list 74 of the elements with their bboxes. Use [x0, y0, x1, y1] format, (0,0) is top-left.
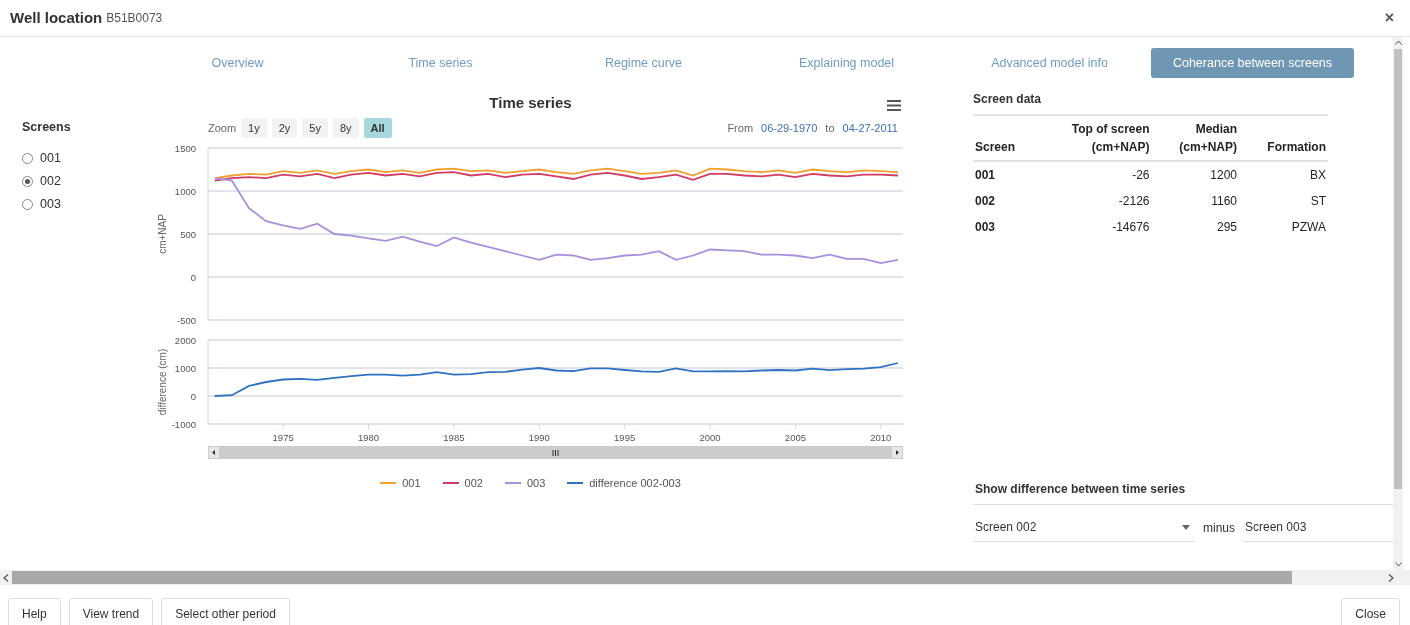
table-cell: PZWA: [1239, 214, 1328, 240]
menu-icon[interactable]: [887, 99, 901, 111]
zoom-button[interactable]: 8y: [333, 117, 359, 139]
footer-button[interactable]: Select other period: [161, 598, 290, 625]
radio-label[interactable]: 001: [40, 148, 61, 168]
column-header: Top of screen (cm+NAP): [1035, 116, 1152, 161]
legend-label[interactable]: 002: [464, 475, 483, 492]
footer-button[interactable]: Help: [8, 598, 61, 625]
to-date[interactable]: 04-27-2011: [842, 119, 898, 137]
screen-select[interactable]: Screen 002: [973, 513, 1195, 542]
footer-button[interactable]: View trend: [68, 598, 154, 625]
y-tick-label: 0: [190, 271, 196, 283]
x-tick-label: 1995: [614, 432, 636, 443]
table-cell: -2126: [1035, 188, 1152, 214]
vertical-scrollbar[interactable]: [1393, 37, 1403, 570]
table-cell: -26: [1035, 161, 1152, 188]
screens-heading: Screens: [22, 119, 72, 136]
y-tick-label: 1000: [174, 185, 196, 197]
scrollbar-thumb[interactable]: [12, 571, 1292, 584]
column-header: Screen: [973, 116, 1036, 161]
y-tick-label: 0: [190, 390, 196, 402]
zoom-button[interactable]: 1y: [241, 117, 267, 139]
well-id: B51B0073: [106, 10, 163, 27]
zoom-button[interactable]: All: [363, 117, 392, 139]
y-tick-label: 2000: [174, 334, 196, 346]
y-axis-title: cm+NAP: [157, 214, 168, 254]
legend-label[interactable]: difference 002-003: [589, 475, 681, 492]
y-tick-label: -1000: [171, 418, 196, 430]
zoom-label: Zoom: [208, 120, 237, 136]
from-label: From: [727, 120, 754, 136]
table-cell: 001: [973, 161, 1036, 188]
table-cell: BX: [1239, 161, 1328, 188]
table-cell: -14676: [1035, 214, 1152, 240]
column-header: Formation: [1239, 116, 1328, 161]
from-date[interactable]: 06-29-1970: [761, 119, 818, 137]
chart-title: Time series: [489, 92, 572, 113]
close-button[interactable]: ×: [1378, 6, 1400, 30]
radio-label[interactable]: 002: [40, 171, 61, 191]
x-tick-label: 1980: [357, 432, 380, 443]
x-tick-label: 1975: [272, 432, 294, 443]
table-cell: 003: [973, 214, 1036, 240]
section-title: Show difference between time series: [973, 480, 1393, 505]
table-cell: 002: [973, 188, 1036, 214]
to-label: to: [825, 120, 835, 136]
y-tick-label: 500: [180, 228, 196, 240]
scrollbar-thumb[interactable]: [219, 447, 892, 458]
operator-label: minus: [1203, 519, 1235, 537]
grip-icon: [552, 449, 559, 456]
close-button[interactable]: Close: [1341, 598, 1400, 625]
table-cell: 1200: [1151, 161, 1240, 188]
scrollbar-track[interactable]: [208, 446, 903, 459]
y-tick-label: 1500: [174, 142, 196, 154]
legend-label[interactable]: 001: [402, 475, 421, 492]
x-tick-label: 1990: [528, 432, 550, 443]
y-tick-label: -500: [176, 314, 196, 326]
x-tick-label: 1985: [443, 432, 465, 443]
table-cell: 295: [1151, 214, 1240, 240]
x-tick-label: 2005: [784, 432, 806, 443]
caret-icon: [1182, 524, 1190, 530]
table-cell: 1160: [1151, 188, 1240, 214]
y-tick-label: 1000: [174, 362, 196, 374]
zoom-button[interactable]: 5y: [302, 117, 328, 139]
table-title: Screen data: [973, 90, 1328, 116]
radio-label[interactable]: 003: [40, 194, 61, 214]
y-axis-title: difference (cm): [157, 348, 168, 416]
scrollbar-thumb[interactable]: [1394, 49, 1402, 489]
zoom-button[interactable]: 2y: [271, 117, 298, 139]
x-tick-label: 2010: [870, 432, 892, 443]
column-header: Median (cm+NAP): [1151, 116, 1240, 161]
table-cell: ST: [1239, 188, 1328, 214]
dialog-title: Well location: [10, 7, 103, 28]
x-tick-label: 2000: [699, 432, 721, 443]
legend-label[interactable]: 003: [526, 475, 546, 492]
horizontal-scrollbar[interactable]: [0, 570, 1410, 585]
